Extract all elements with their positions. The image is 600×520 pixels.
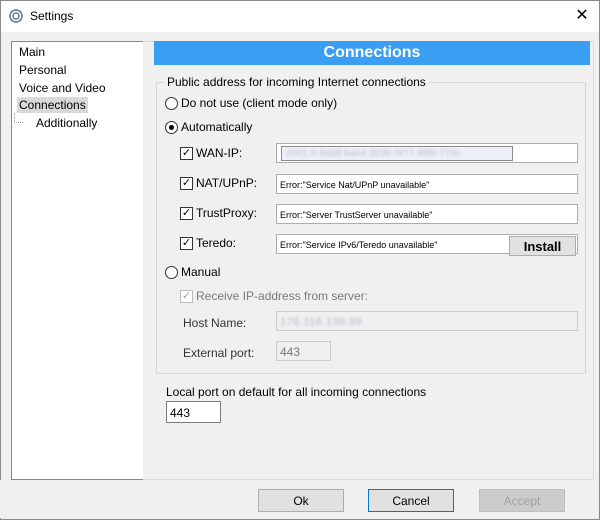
automatically-radio[interactable] (165, 121, 178, 134)
trust-proxy-checkbox[interactable]: ✓ (180, 207, 193, 220)
receive-ip-checkbox[interactable]: ✓ (180, 290, 193, 303)
tree-item-main[interactable]: Main (17, 44, 47, 60)
external-port-label: External port: (183, 346, 255, 360)
tree-item-voice-and-video[interactable]: Voice and Video (17, 80, 108, 96)
wan-ip-value: 2001:0:9d38:6abd:2036:f477:4f8b:779c (281, 146, 513, 161)
trust-proxy-label: TrustProxy: (196, 206, 257, 220)
settings-gear-icon (9, 9, 23, 23)
manual-radio[interactable] (165, 266, 178, 279)
host-name-value: 176.116.136.99 (280, 316, 363, 328)
trust-proxy-field[interactable]: Error:"Server TrustServer unavailable" (276, 204, 578, 224)
local-port-label: Local port on default for all incoming c… (166, 385, 427, 399)
public-address-legend: Public address for incoming Internet con… (164, 75, 429, 89)
tree-connector (14, 122, 23, 123)
tree-item-additionally[interactable]: Additionally (34, 115, 99, 131)
nat-upnp-field[interactable]: Error:"Service Nat/UPnP unavailable" (276, 174, 578, 194)
automatically-label: Automatically (181, 120, 253, 134)
settings-tree: Main Personal Voice and Video Connection… (11, 41, 145, 480)
teredo-checkbox[interactable]: ✓ (180, 237, 193, 250)
do-not-use-radio[interactable] (165, 97, 178, 110)
nat-upnp-checkbox[interactable]: ✓ (180, 177, 193, 190)
window-title: Settings (30, 9, 74, 23)
teredo-label: Teredo: (196, 236, 237, 250)
title-bar[interactable]: Settings ✕ (1, 1, 599, 32)
do-not-use-label: Do not use (client mode only) (181, 96, 338, 110)
wan-ip-text: 2001:0:9d38:6abd:2036:f477:4f8b:779c (286, 148, 462, 158)
nat-upnp-label: NAT/UPnP: (196, 176, 258, 190)
receive-ip-label: Receive IP-address from server: (196, 289, 369, 303)
cancel-button[interactable]: Cancel (368, 489, 454, 512)
tree-item-connections[interactable]: Connections (17, 97, 88, 113)
accept-button[interactable]: Accept (479, 489, 565, 512)
wan-ip-label: WAN-IP: (196, 146, 243, 160)
close-icon[interactable]: ✕ (573, 7, 591, 25)
wan-ip-checkbox[interactable]: ✓ (180, 147, 193, 160)
manual-label: Manual (181, 265, 221, 279)
ok-button[interactable]: Ok (258, 489, 344, 512)
host-name-label: Host Name: (183, 316, 247, 330)
host-name-field[interactable]: 176.116.136.99 (276, 311, 578, 331)
local-port-input[interactable]: 443 (166, 401, 221, 423)
tree-item-personal[interactable]: Personal (17, 62, 68, 78)
install-button[interactable]: Install (509, 236, 576, 256)
panel-header: Connections (154, 41, 590, 65)
external-port-field[interactable]: 443 (276, 341, 331, 361)
